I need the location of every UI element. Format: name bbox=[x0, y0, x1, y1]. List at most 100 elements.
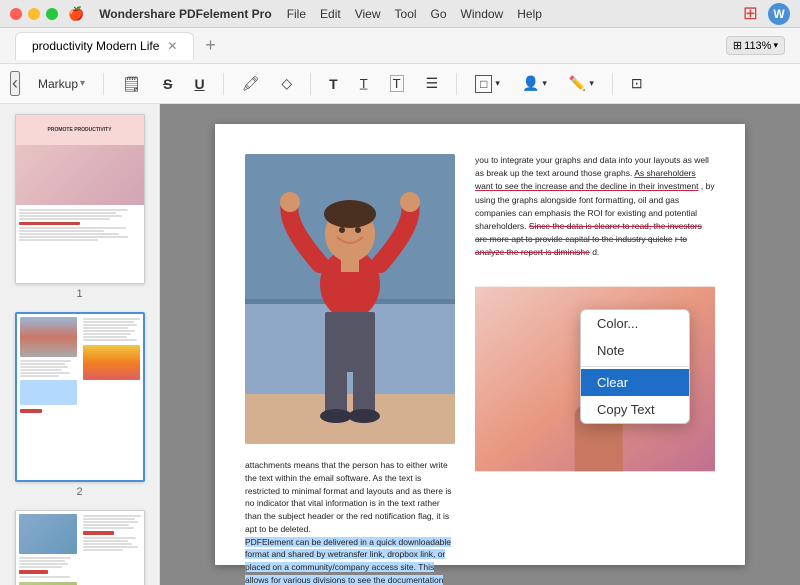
window-controls[interactable] bbox=[10, 8, 58, 20]
rect-btn[interactable]: □▾ bbox=[467, 71, 508, 97]
strikethrough-icon: S bbox=[163, 76, 172, 92]
apple-icon: 🍎 bbox=[68, 6, 84, 22]
sticky-note-icon: 🗒 bbox=[122, 75, 141, 93]
zoom-control[interactable]: ⊞ 113% ▾ bbox=[726, 36, 785, 55]
menu-window[interactable]: Window bbox=[461, 7, 504, 21]
thumb1-text bbox=[16, 205, 144, 245]
highlight-text: PDFElement can be delivered in a quick d… bbox=[245, 537, 451, 585]
document-page: attachments means that the person has to… bbox=[215, 124, 745, 565]
rect-arrow: ▾ bbox=[495, 78, 500, 89]
grid-icon[interactable]: ⊞ bbox=[743, 3, 758, 24]
active-tab[interactable]: productivity Modern Life ✕ bbox=[15, 32, 194, 60]
markup-dropdown[interactable]: Markup ▾ bbox=[30, 73, 93, 95]
strikethrough-btn[interactable]: S bbox=[155, 72, 180, 96]
maximize-button[interactable] bbox=[46, 8, 58, 20]
sidebar-page-1[interactable]: PROMOTE PRODUCTIVITY bbox=[8, 114, 151, 300]
underline-icon: U bbox=[194, 76, 204, 92]
eraser-icon: ◇ bbox=[281, 75, 292, 92]
align-icon: ☰ bbox=[426, 75, 439, 92]
context-menu-separator bbox=[581, 366, 689, 367]
toolbar: ‹ Markup ▾ 🗒 S U 🖍 ◇ T T̲ T ☰ □▾ 👤▾ ✏️▾ … bbox=[0, 64, 800, 104]
context-menu-copy[interactable]: Copy Text bbox=[581, 396, 689, 423]
app-name-area: 🍎 Wondershare PDFelement Pro File Edit V… bbox=[68, 6, 542, 22]
text-btn[interactable]: T bbox=[321, 72, 346, 96]
tabbar: productivity Modern Life ✕ + ⊞ 113% ▾ bbox=[0, 28, 800, 64]
separator-4 bbox=[456, 73, 457, 95]
stamp-btn[interactable]: 👤▾ bbox=[514, 71, 555, 96]
tab-label: productivity Modern Life bbox=[32, 39, 159, 53]
page-thumb-3[interactable] bbox=[15, 510, 145, 585]
thumb2-right bbox=[80, 314, 143, 480]
add-tab-button[interactable]: + bbox=[198, 34, 222, 58]
pen-icon: ✏️ bbox=[569, 75, 586, 92]
page-num-1: 1 bbox=[76, 288, 82, 300]
thumb1-header: PROMOTE PRODUCTIVITY bbox=[16, 115, 144, 145]
typewriter-btn[interactable]: T bbox=[382, 71, 412, 96]
thumb2-col bbox=[17, 314, 143, 480]
menu-tool[interactable]: Tool bbox=[395, 7, 417, 21]
sticky-note-btn[interactable]: 🗒 bbox=[114, 71, 149, 97]
eraser-btn[interactable]: ◇ bbox=[273, 71, 300, 96]
markup-arrow: ▾ bbox=[80, 78, 85, 89]
thumb1-image bbox=[16, 145, 144, 205]
rect-icon: □ bbox=[475, 75, 492, 93]
page-thumb-1[interactable]: PROMOTE PRODUCTIVITY bbox=[15, 114, 145, 284]
left-col-text: attachments means that the person has to… bbox=[245, 459, 455, 585]
menu-edit[interactable]: Edit bbox=[320, 7, 341, 21]
page-thumb-2[interactable] bbox=[15, 312, 145, 482]
typewriter-icon: T bbox=[390, 75, 404, 92]
thumb-content-2 bbox=[17, 314, 143, 480]
sidebar-page-3[interactable]: 3 bbox=[8, 510, 151, 585]
underline-btn[interactable]: U bbox=[186, 72, 212, 96]
user-icon[interactable]: W bbox=[768, 3, 790, 25]
separator-5 bbox=[612, 73, 613, 95]
menu-view[interactable]: View bbox=[355, 7, 381, 21]
layout-icon: ⊞ bbox=[733, 39, 742, 52]
thumb3-right bbox=[80, 511, 144, 585]
minimize-button[interactable] bbox=[28, 8, 40, 20]
content-area[interactable]: attachments means that the person has to… bbox=[160, 104, 800, 585]
left-para-highlight: PDFElement can be delivered in a quick d… bbox=[245, 536, 455, 585]
app-name: Wondershare PDFelement Pro bbox=[99, 7, 272, 21]
separator-2 bbox=[223, 73, 224, 95]
menu-bar[interactable]: File Edit View Tool Go Window Help bbox=[287, 7, 542, 21]
context-menu-note[interactable]: Note bbox=[581, 337, 689, 364]
context-menu-clear[interactable]: Clear bbox=[581, 369, 689, 396]
titlebar-icons[interactable]: ⊞ W bbox=[743, 3, 790, 25]
stamp-arrow: ▾ bbox=[542, 78, 547, 89]
man-image bbox=[245, 154, 455, 444]
stamp-icon: 👤 bbox=[522, 75, 539, 92]
man-svg bbox=[245, 154, 455, 444]
close-button[interactable] bbox=[10, 8, 22, 20]
thumb3-left bbox=[16, 511, 80, 585]
context-menu: Color... Note Clear Copy Text bbox=[580, 309, 690, 424]
thumb3-col bbox=[16, 511, 144, 585]
tab-close-icon[interactable]: ✕ bbox=[167, 39, 177, 53]
thumb2-bulb-img bbox=[83, 345, 140, 380]
thumb2-man-img bbox=[20, 317, 77, 357]
zoom-level: 113% bbox=[744, 40, 771, 52]
pen-arrow: ▾ bbox=[589, 78, 594, 89]
thumb3-img1 bbox=[19, 514, 77, 554]
pen-btn[interactable]: ✏️▾ bbox=[561, 71, 602, 96]
highlight-btn[interactable]: 🖍 bbox=[234, 71, 268, 96]
left-column: attachments means that the person has to… bbox=[245, 154, 455, 585]
layout-btn[interactable]: ⊡ bbox=[623, 71, 651, 96]
page-num-2: 2 bbox=[76, 486, 82, 498]
thumb2-left bbox=[17, 314, 80, 480]
context-menu-color[interactable]: Color... bbox=[581, 310, 689, 337]
menu-go[interactable]: Go bbox=[431, 7, 447, 21]
menu-help[interactable]: Help bbox=[517, 7, 542, 21]
titlebar: 🍎 Wondershare PDFelement Pro File Edit V… bbox=[0, 0, 800, 28]
sidebar-page-2[interactable]: 2 bbox=[8, 312, 151, 498]
highlight-icon: 🖍 bbox=[242, 75, 260, 92]
back-button[interactable]: ‹ bbox=[10, 71, 20, 96]
separator-1 bbox=[103, 73, 104, 95]
align-btn[interactable]: ☰ bbox=[418, 71, 447, 96]
separator-3 bbox=[310, 73, 311, 95]
layout-icon: ⊡ bbox=[631, 75, 643, 92]
callout-btn[interactable]: T̲ bbox=[352, 72, 376, 95]
thumb-content-3 bbox=[16, 511, 144, 585]
left-para-1: attachments means that the person has to… bbox=[245, 459, 455, 536]
menu-file[interactable]: File bbox=[287, 7, 306, 21]
